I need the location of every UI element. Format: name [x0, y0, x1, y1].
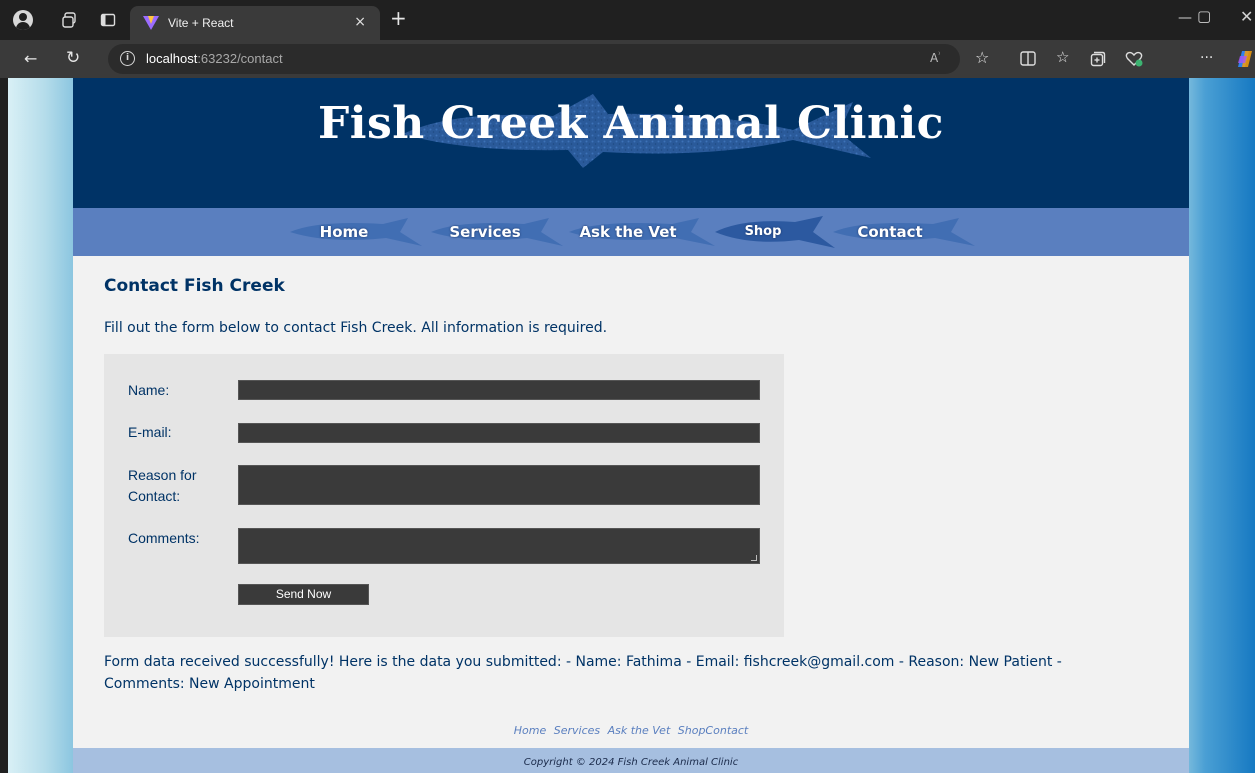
split-screen-icon[interactable] — [1020, 51, 1036, 69]
email-input[interactable] — [238, 423, 760, 443]
nav-services[interactable]: Services — [429, 216, 565, 248]
browser-tab-bar: Vite + React × + — ▢ ✕ — [0, 0, 1255, 40]
browser-tab[interactable]: Vite + React × — [130, 6, 380, 40]
reason-input[interactable] — [238, 465, 760, 505]
footer-link-services[interactable]: Services — [554, 724, 600, 737]
refresh-icon[interactable]: ↻ — [66, 50, 80, 67]
url-field[interactable]: i localhost:63232/contact A⁾ — [108, 44, 960, 74]
footer-link-home[interactable]: Home — [514, 724, 546, 737]
site-wrapper: Fish Creek Animal Clinic Home Services A… — [73, 78, 1189, 773]
new-tab-icon[interactable]: + — [390, 8, 407, 28]
footer-link-shop-contact[interactable]: ShopContact — [678, 724, 748, 737]
comments-label: Comments: — [128, 530, 200, 546]
workspaces-icon[interactable] — [62, 12, 78, 31]
intro-text: Fill out the form below to contact Fish … — [104, 320, 608, 336]
favorites-icon[interactable]: ☆ — [1056, 50, 1069, 65]
footer-link-ask-the-vet[interactable]: Ask the Vet — [608, 724, 671, 737]
main-nav: Home Services Ask the Vet Shop Contact — [73, 208, 1189, 256]
url-text: localhost:63232/contact — [146, 51, 283, 66]
email-label: E-mail: — [128, 424, 172, 440]
vite-logo-icon — [143, 16, 159, 30]
reason-label: Reason for Contact: — [128, 467, 197, 504]
page-heading: Contact Fish Creek — [104, 276, 285, 296]
minimize-icon[interactable]: — — [1178, 10, 1192, 26]
nav-contact[interactable]: Contact — [831, 216, 977, 248]
favorite-star-icon[interactable]: ☆ — [975, 50, 989, 66]
site-info-icon[interactable]: i — [120, 51, 135, 66]
nav-shop-label: Shop — [744, 224, 782, 239]
page-viewport: Fish Creek Animal Clinic Home Services A… — [8, 78, 1255, 773]
footer-nav: Home Services Ask the Vet ShopContact — [73, 724, 1189, 737]
tab-title: Vite + React — [168, 16, 234, 30]
profile-icon[interactable] — [13, 10, 33, 30]
name-label: Name: — [128, 382, 170, 398]
close-window-icon[interactable]: ✕ — [1240, 7, 1253, 26]
send-now-button[interactable]: Send Now — [238, 584, 369, 605]
back-icon[interactable]: ← — [24, 51, 37, 67]
site-title: Fish Creek Animal Clinic — [318, 98, 944, 149]
nav-contact-label: Contact — [857, 223, 923, 241]
name-input[interactable] — [238, 380, 760, 400]
nav-home[interactable]: Home — [288, 216, 424, 248]
resize-handle-icon[interactable] — [751, 555, 757, 561]
nav-ask-the-vet[interactable]: Ask the Vet — [567, 216, 717, 248]
copyright: Copyright © 2024 Fish Creek Animal Clini… — [73, 748, 1189, 773]
tab-close-icon[interactable]: × — [354, 14, 366, 30]
address-bar: ← ↻ i localhost:63232/contact A⁾ ☆ ☆ ··· — [0, 40, 1255, 78]
read-aloud-icon[interactable]: A⁾ — [930, 52, 940, 65]
comments-textarea[interactable] — [238, 528, 760, 564]
maximize-icon[interactable]: ▢ — [1197, 7, 1211, 25]
site-header: Fish Creek Animal Clinic — [73, 78, 1189, 208]
copilot-icon[interactable] — [1236, 50, 1255, 71]
browser-essentials-icon[interactable] — [1125, 51, 1143, 70]
nav-ask-the-vet-label: Ask the Vet — [579, 223, 677, 241]
tab-actions-icon[interactable] — [100, 12, 116, 31]
more-options-icon[interactable]: ··· — [1200, 51, 1213, 65]
contact-form: Name: E-mail: Reason for Contact: Comment… — [104, 354, 784, 637]
collections-icon[interactable] — [1090, 51, 1106, 70]
submission-result: Form data received successfully! Here is… — [104, 654, 1062, 692]
nav-home-label: Home — [319, 223, 369, 241]
nav-services-label: Services — [449, 223, 521, 241]
